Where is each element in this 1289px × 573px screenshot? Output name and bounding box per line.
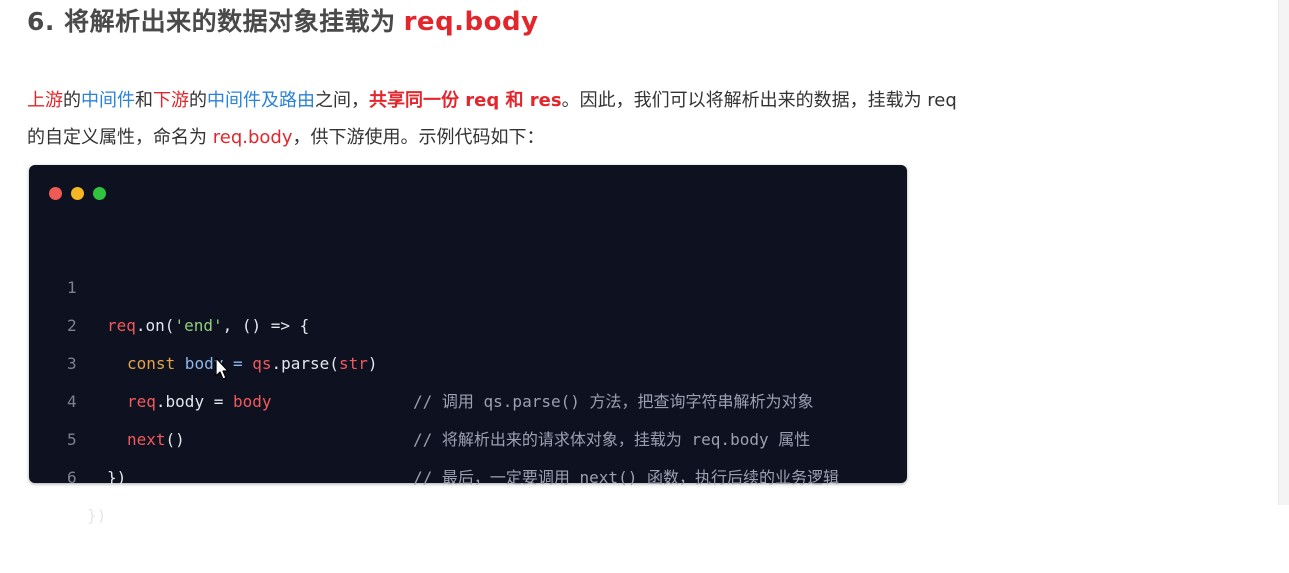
text-segment: 之间， (315, 90, 369, 111)
term-middleware-and-routes: 中间件及路由 (207, 90, 315, 111)
code-line: 3 req.body = body // 将解析出来的请求体对象，挂载为 req… (29, 307, 907, 449)
section-heading: 6. 将解析出来的数据对象挂载为 req.body (27, 2, 539, 38)
line-number: 6 (67, 468, 77, 487)
text-segment: 的 (189, 90, 207, 111)
description-paragraph: 上游的中间件和下游的中间件及路由之间，共享同一份 req 和 res。因此，我们… (27, 82, 1147, 156)
code-lines: 1 req.on('end', () => { 2 const body = q… (29, 231, 907, 525)
minimize-dot-icon (71, 187, 84, 200)
term-downstream: 下游 (153, 90, 189, 111)
term-shared-req-res: 共享同一份 req 和 res (369, 90, 562, 111)
code-block: 1 req.on('end', () => { 2 const body = q… (29, 165, 907, 525)
heading-text: 6. 将解析出来的数据对象挂载为 (27, 7, 396, 36)
code-line: 2 const body = qs.parse(str) // 调用 qs.pa… (29, 269, 907, 411)
code-line: 4 next() // 最后，一定要调用 next() 函数，执行后续的业务逻辑 (29, 345, 907, 487)
code-line: 6 }) (29, 421, 907, 525)
close-dot-icon (49, 187, 62, 200)
text-segment: ，供下游使用。示例代码如下： (292, 127, 545, 148)
text-segment: 和 (135, 90, 153, 111)
window-controls (49, 187, 106, 200)
heading-highlight: req.body (403, 7, 539, 37)
code-comment: // 最后，一定要调用 next() 函数，执行后续的业务逻辑 (413, 468, 839, 487)
document-page: 6. 将解析出来的数据对象挂载为 req.body 上游的中间件和下游的中间件及路… (0, 0, 1289, 525)
text-segment: 的自定义属性，命名为 (27, 127, 213, 148)
code-line: 5 }) (29, 383, 907, 487)
page-edge (1278, 0, 1289, 505)
maximize-dot-icon (93, 187, 106, 200)
code-text: }) (107, 468, 127, 487)
code-line: 1 req.on('end', () => { (29, 231, 907, 335)
mouse-cursor-icon (215, 357, 229, 380)
code-text: }) (87, 506, 107, 525)
text-segment: 。因此，我们可以将解析出来的数据，挂载为 req (561, 90, 957, 111)
term-req-body: req.body (212, 127, 293, 148)
text-segment: 的 (63, 90, 81, 111)
term-middleware: 中间件 (81, 90, 135, 111)
term-upstream: 上游 (27, 90, 63, 111)
